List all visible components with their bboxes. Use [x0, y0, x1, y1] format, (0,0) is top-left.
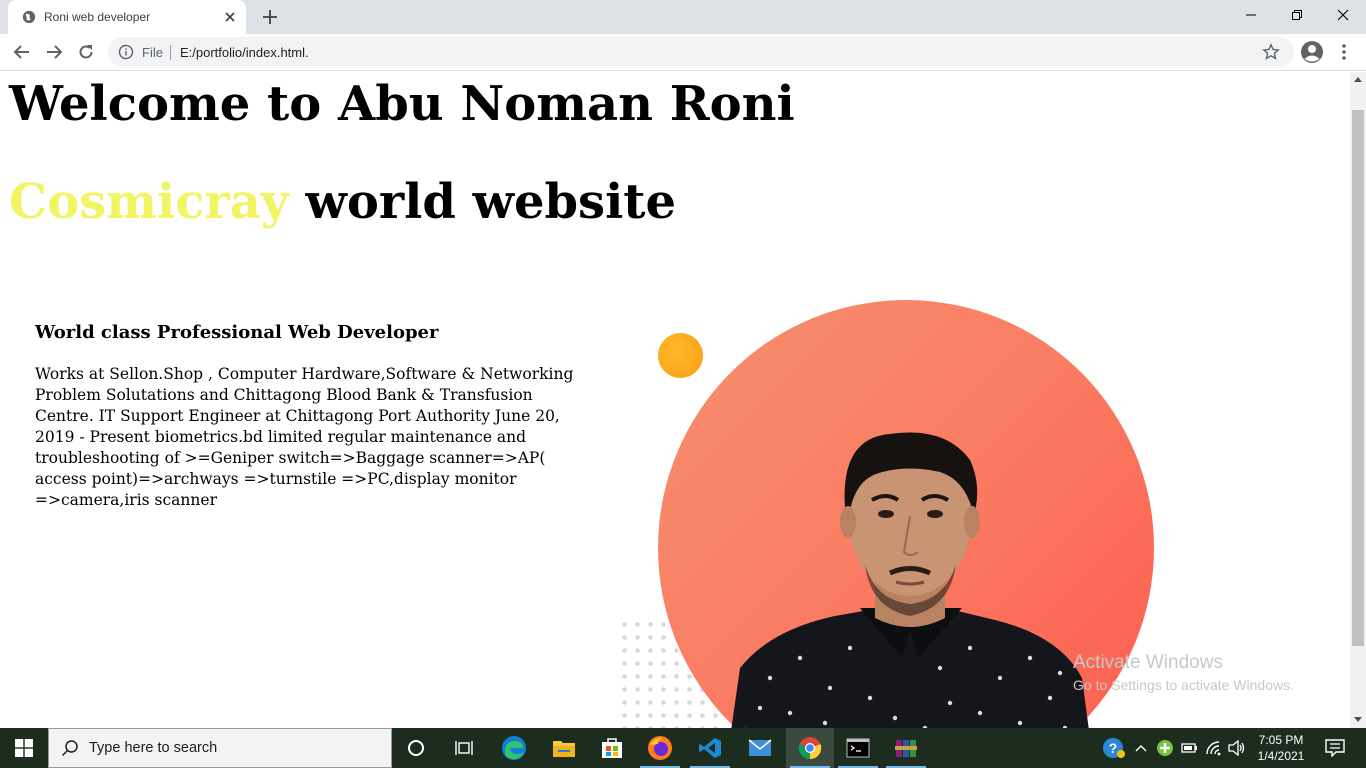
close-tab-icon[interactable] [222, 9, 238, 25]
bio-paragraph: Works at Sellon.Shop , Computer Hardware… [35, 365, 574, 509]
cortana-icon [408, 740, 424, 756]
close-window-button[interactable] [1320, 0, 1366, 30]
scroll-down-arrow-icon[interactable] [1354, 717, 1362, 722]
edge-browser-icon [502, 736, 526, 760]
green-plus-icon [1157, 740, 1173, 756]
system-clock[interactable]: 7:05 PM 1/4/2021 [1250, 732, 1312, 764]
page-title: Welcome to Abu Noman Roni [9, 76, 795, 132]
browser-tab[interactable]: Roni web developer [8, 0, 246, 34]
firefox-app[interactable] [636, 728, 684, 768]
watermark-subtitle: Go to Settings to activate Windows. [1073, 677, 1294, 693]
menu-button[interactable] [1332, 40, 1356, 64]
omnibox-separator [170, 45, 171, 60]
task-view-icon [455, 741, 473, 755]
close-icon [1337, 9, 1349, 21]
browser-toolbar: File E:/portfolio/index.html. [0, 34, 1366, 71]
url-text[interactable]: E:/portfolio/index.html. [180, 45, 309, 60]
reload-button[interactable] [74, 40, 98, 64]
minimize-icon [1246, 14, 1256, 16]
heading-rest: world website [288, 174, 677, 230]
notification-icon [1325, 739, 1345, 757]
address-bar[interactable]: File E:/portfolio/index.html. [108, 37, 1294, 67]
page-subtitle-heading: Cosmicray world website [9, 174, 676, 230]
terminal-app[interactable] [834, 728, 882, 768]
help-question-icon: ? [1103, 738, 1125, 758]
archive-books-icon [895, 740, 917, 757]
store-app[interactable] [588, 728, 636, 768]
edge-app[interactable] [490, 728, 538, 768]
bookmark-star-icon[interactable] [1262, 43, 1280, 61]
restore-icon [1292, 10, 1302, 20]
windows-taskbar: Type here to search ? 7:05 PM 1/4/2021 [0, 728, 1366, 768]
vscode-icon [699, 738, 721, 758]
search-icon [61, 740, 78, 757]
battery-button[interactable] [1178, 728, 1200, 768]
forward-arrow-icon [47, 45, 63, 59]
chevron-up-icon [1135, 745, 1147, 752]
accent-word: Cosmicray [9, 174, 289, 230]
firefox-icon [648, 736, 672, 760]
clock-date: 1/4/2021 [1257, 749, 1305, 763]
profile-photo [731, 432, 1089, 728]
chrome-app[interactable] [786, 728, 834, 768]
scroll-thumb[interactable] [1352, 110, 1364, 646]
info-icon[interactable] [118, 44, 134, 60]
scroll-up-arrow-icon[interactable] [1354, 77, 1362, 82]
wifi-icon [1206, 741, 1221, 756]
terminal-icon [846, 738, 870, 758]
kebab-menu-icon [1342, 44, 1346, 60]
folder-icon [553, 741, 575, 757]
watermark-title: Activate Windows [1073, 652, 1223, 673]
back-button[interactable] [10, 40, 34, 64]
role-heading: World class Professional Web Developer [35, 322, 439, 343]
mail-app[interactable] [736, 728, 784, 768]
speaker-icon [1228, 740, 1245, 756]
page-viewport: Welcome to Abu Noman Roni Cosmicray worl… [0, 72, 1350, 728]
volume-button[interactable] [1226, 728, 1248, 768]
start-button[interactable] [0, 728, 48, 768]
help-tray-button[interactable]: ? [1098, 728, 1130, 768]
search-placeholder: Type here to search [89, 740, 218, 756]
scheme-label: File [142, 45, 163, 60]
winrar-app[interactable] [882, 728, 930, 768]
globe-icon [22, 10, 36, 24]
battery-plug-icon [1181, 743, 1197, 753]
profile-button[interactable] [1300, 40, 1324, 64]
action-center-button[interactable] [1318, 728, 1352, 768]
file-explorer-app[interactable] [540, 728, 588, 768]
vscode-app[interactable] [686, 728, 734, 768]
show-hidden-icons-button[interactable] [1130, 728, 1152, 768]
page-scrollbar[interactable] [1350, 72, 1366, 728]
chrome-icon [798, 737, 822, 760]
new-tab-icon[interactable] [260, 7, 280, 27]
svg-text:?: ? [1109, 740, 1118, 756]
mail-envelope-icon [748, 739, 772, 756]
cortana-button[interactable] [392, 728, 440, 768]
windows-logo-icon [15, 739, 33, 757]
reload-icon [79, 45, 93, 59]
profile-avatar-icon [1301, 41, 1323, 63]
tab-strip: Roni web developer [0, 0, 1366, 34]
back-arrow-icon [13, 45, 29, 59]
task-view-button[interactable] [440, 728, 488, 768]
clock-time: 7:05 PM [1258, 733, 1304, 747]
restore-button[interactable] [1274, 0, 1320, 30]
forward-button[interactable] [42, 40, 66, 64]
tab-title: Roni web developer [44, 10, 151, 24]
minimize-button[interactable] [1228, 0, 1274, 30]
taskbar-search-box[interactable]: Type here to search [48, 728, 392, 768]
network-button[interactable] [1202, 728, 1226, 768]
decorative-orange-dot [658, 333, 703, 378]
activate-windows-watermark: Activate Windows Go to Settings to activ… [1073, 652, 1294, 693]
tray-app-button[interactable] [1154, 728, 1176, 768]
store-bag-icon [602, 738, 622, 758]
